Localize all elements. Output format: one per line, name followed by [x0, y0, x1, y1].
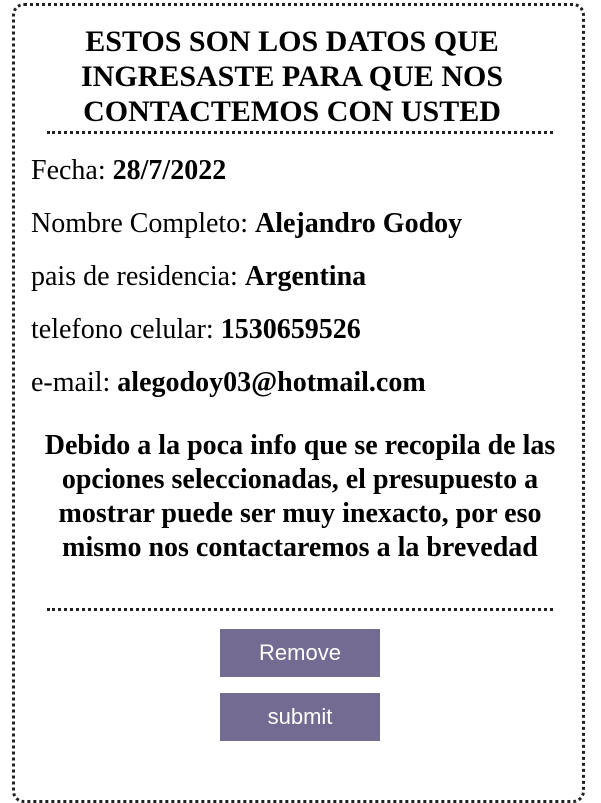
page-title: ESTOS SON LOS DATOS QUE INGRESASTE PARA … [80, 25, 504, 128]
field-value: Argentina [244, 261, 367, 292]
notice-divider [47, 608, 553, 611]
field-fecha: Fecha: 28/7/2022 [31, 155, 226, 187]
field-telefono-celular: telefono celular: 1530659526 [31, 314, 361, 346]
field-label: telefono celular: [31, 314, 221, 345]
field-label: Fecha: [31, 155, 113, 186]
field-nombre-completo: Nombre Completo: Alejandro Godoy [31, 208, 462, 240]
field-value: 1530659526 [220, 314, 361, 345]
notice-text: Debido a la poca info que se recopila de… [44, 430, 556, 563]
field-value: alegodoy03@hotmail.com [117, 367, 426, 398]
field-pais-residencia: pais de residencia: Argentina [31, 261, 366, 293]
field-value: 28/7/2022 [112, 155, 227, 186]
submit-button[interactable]: submit [220, 693, 380, 741]
field-label: pais de residencia: [31, 261, 245, 292]
field-email: e-mail: alegodoy03@hotmail.com [31, 367, 426, 399]
title-divider [47, 131, 553, 134]
field-label: Nombre Completo: [31, 208, 255, 239]
field-label: e-mail: [31, 367, 118, 398]
remove-button[interactable]: Remove [220, 629, 380, 677]
field-value: Alejandro Godoy [254, 208, 463, 239]
